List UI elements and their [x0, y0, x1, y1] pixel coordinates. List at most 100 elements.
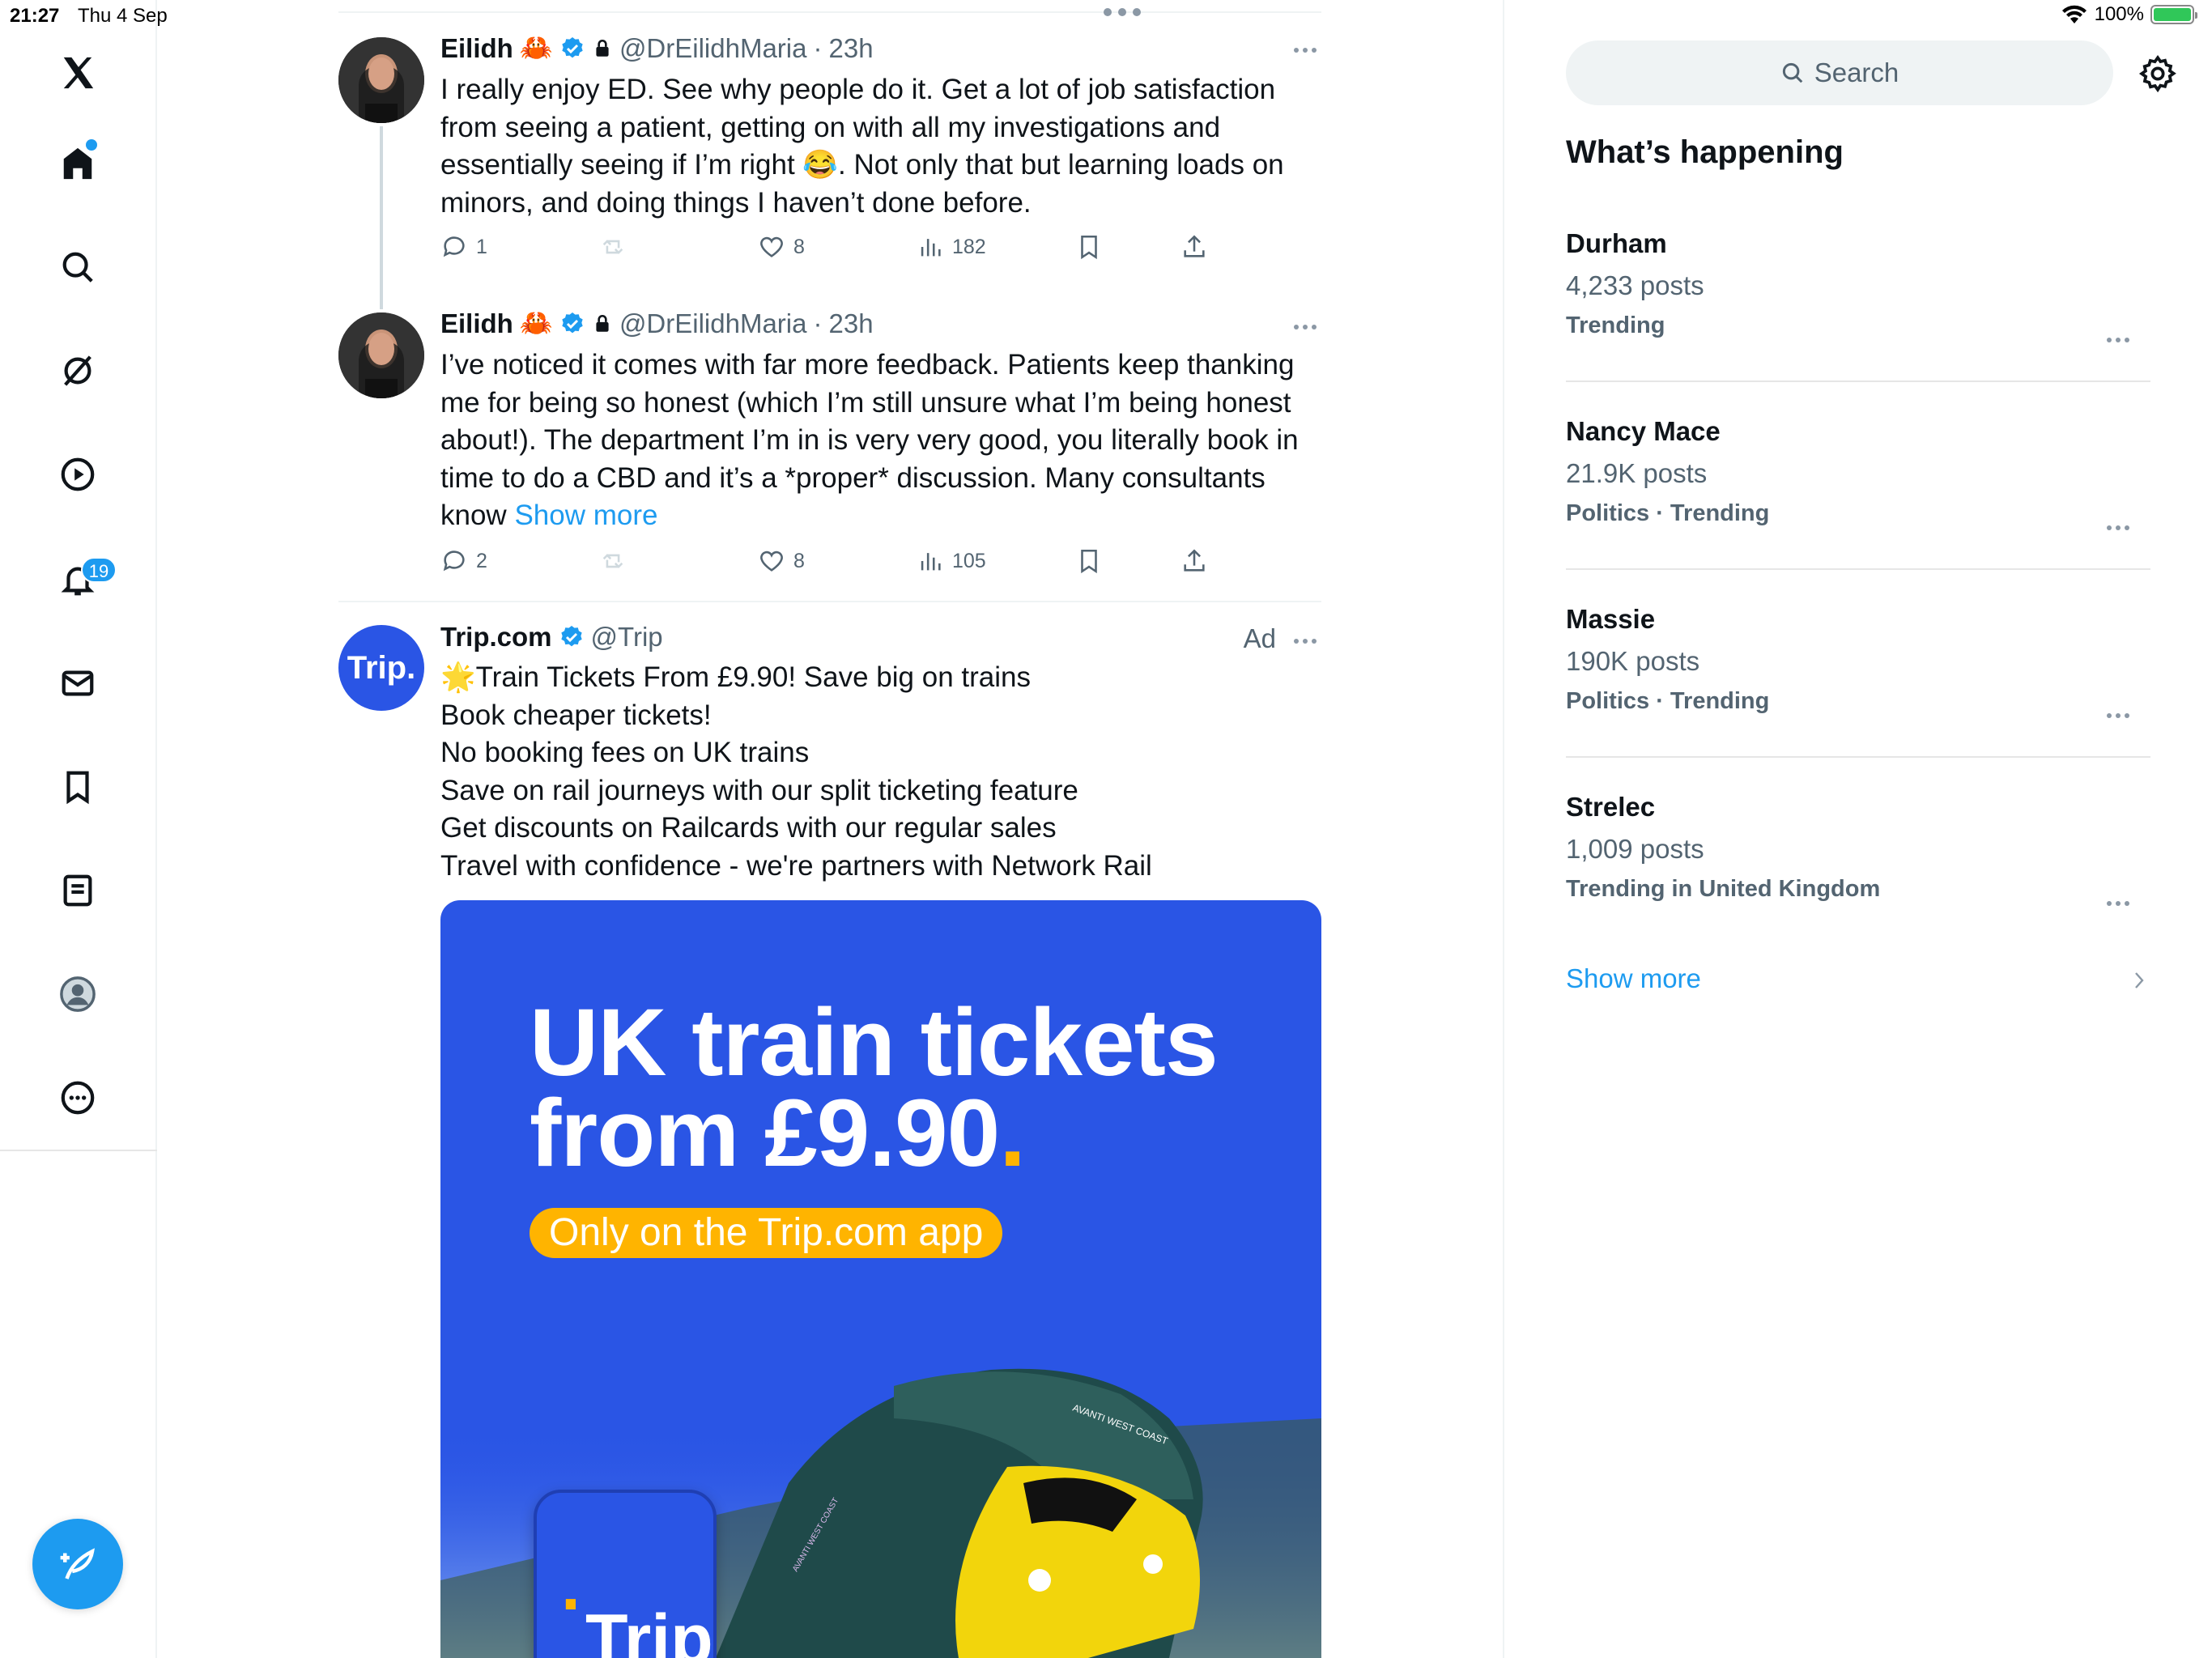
avatar[interactable]	[338, 37, 424, 123]
views-button[interactable]: 182	[917, 233, 986, 261]
share-button[interactable]	[1180, 233, 1208, 261]
gear-icon[interactable]	[2138, 53, 2178, 94]
list-icon[interactable]	[49, 861, 107, 920]
repost-button	[599, 547, 627, 575]
trend-meta: Politics · Trending	[1566, 688, 1770, 714]
trend-name: Massie	[1566, 604, 1656, 634]
trip-avatar[interactable]: Trip.	[338, 625, 424, 711]
ad-text: 🌟Train Tickets From £9.90! Save big on t…	[440, 659, 1323, 885]
bookmark-button[interactable]	[1075, 233, 1103, 261]
author-handle[interactable]: @DrEilidhMaria	[619, 308, 807, 339]
trend-meta: Trending	[1566, 312, 1665, 338]
more-circle-icon[interactable]	[49, 1069, 107, 1127]
rail-divider	[0, 1150, 157, 1151]
trend-item[interactable]: Durham 4,233 posts Trending	[1566, 228, 2150, 342]
search-icon[interactable]	[49, 238, 107, 296]
bookmark-icon	[1081, 549, 1097, 574]
tweet-header: Eilidh 🦀 @DrEilidhMaria · 23h	[440, 32, 874, 64]
bookmark-icon[interactable]	[49, 758, 107, 816]
trend-divider	[1566, 380, 2150, 382]
battery-percent: 100%	[2094, 3, 2144, 25]
compose-button[interactable]	[32, 1519, 123, 1609]
tweet-more-icon[interactable]	[1289, 633, 1321, 649]
header-separator: ·	[813, 32, 823, 63]
thread-line	[380, 126, 383, 309]
home-unread-dot	[86, 139, 97, 151]
ad-image[interactable]: UK train tickets from £9.90. Only on the…	[440, 900, 1321, 1658]
crab-emoji: 🦀	[519, 308, 553, 338]
envelope-icon[interactable]	[49, 654, 107, 712]
profile-icon[interactable]	[49, 965, 107, 1023]
verified-badge-icon	[562, 312, 583, 333]
trend-meta: Politics · Trending	[1566, 500, 1770, 526]
trend-item[interactable]: Massie 190K posts Politics · Trending	[1566, 604, 2150, 718]
bookmark-icon	[1081, 235, 1097, 260]
author-name[interactable]: Eilidh	[440, 33, 513, 64]
show-more-link[interactable]: Show more	[514, 500, 657, 531]
tweet-timestamp[interactable]: 23h	[829, 33, 874, 64]
verified-badge-icon	[562, 36, 583, 57]
lock-icon	[596, 39, 609, 57]
search-input[interactable]: Search	[1566, 40, 2113, 105]
views-button[interactable]: 105	[917, 547, 986, 575]
tweet-timestamp[interactable]: 23h	[829, 308, 874, 339]
lock-icon	[596, 314, 609, 332]
search-placeholder: Search	[1814, 57, 1899, 87]
trend-name: Nancy Mace	[1566, 416, 1721, 446]
trend-more-icon[interactable]	[2102, 895, 2134, 912]
whats-happening-title: What’s happening	[1566, 134, 1844, 170]
view-count: 182	[952, 235, 986, 258]
like-button[interactable]: 8	[758, 233, 805, 261]
author-handle[interactable]: @Trip	[591, 622, 663, 653]
share-icon	[1184, 235, 1205, 257]
bookmark-button[interactable]	[1075, 547, 1103, 575]
avatar[interactable]	[338, 312, 424, 398]
share-button[interactable]	[1180, 547, 1208, 575]
author-handle[interactable]: @DrEilidhMaria	[619, 33, 807, 64]
tweet-header: Trip.com @Trip	[440, 622, 663, 653]
left-nav: 19	[0, 0, 157, 1658]
tweet-more-icon[interactable]	[1289, 319, 1321, 335]
reply-button[interactable]: 2	[440, 547, 487, 575]
play-icon[interactable]	[49, 445, 107, 504]
trip-avatar-text: Trip.	[347, 649, 416, 686]
like-count: 8	[793, 549, 805, 572]
header-separator: ·	[813, 308, 823, 338]
share-icon	[1184, 549, 1205, 572]
trend-count: 4,233 posts	[1566, 270, 1704, 300]
ad-line: Book cheaper tickets!	[440, 699, 712, 731]
x-logo-icon[interactable]	[49, 44, 107, 102]
ad-line: Save on rail journeys with our split tic…	[440, 774, 1078, 806]
trend-more-icon[interactable]	[2102, 708, 2134, 724]
repost-button	[599, 233, 627, 261]
like-button[interactable]: 8	[758, 547, 805, 575]
show-more-trends-link[interactable]: Show more	[1566, 963, 1701, 994]
author-name[interactable]: Eilidh	[440, 308, 513, 339]
views-icon	[921, 553, 941, 571]
verified-badge-icon	[560, 626, 582, 647]
heart-icon	[760, 236, 783, 257]
trend-item[interactable]: Nancy Mace 21.9K posts Politics · Trendi…	[1566, 416, 2150, 530]
trend-name: Strelec	[1566, 792, 1656, 822]
trend-item[interactable]: Strelec 1,009 posts Trending in United K…	[1566, 792, 2150, 906]
tweet-actions: 2 8 105	[440, 547, 1299, 583]
ad-line: Get discounts on Railcards with our regu…	[440, 812, 1057, 844]
heart-icon	[760, 551, 783, 572]
trend-divider	[1566, 568, 2150, 570]
trend-meta: Trending in United Kingdom	[1566, 876, 1881, 902]
crab-emoji: 🦀	[519, 32, 553, 62]
timeline: Eilidh 🦀 @DrEilidhMaria · 23h I really e…	[338, 0, 1321, 1658]
grok-icon[interactable]	[49, 342, 107, 400]
ad-line: No booking fees on UK trains	[440, 737, 810, 768]
home-icon[interactable]	[49, 134, 107, 193]
reply-count: 2	[476, 549, 487, 572]
trend-more-icon[interactable]	[2102, 332, 2134, 348]
tweet-text-container: I’ve noticed it comes with far more feed…	[440, 346, 1323, 535]
pull-handle-icon[interactable]	[1090, 8, 1155, 24]
trend-more-icon[interactable]	[2102, 520, 2134, 536]
author-name[interactable]: Trip.com	[440, 622, 552, 653]
reply-button[interactable]: 1	[440, 233, 487, 261]
compose-feather-icon	[60, 1548, 95, 1579]
trip-tile-dot: .	[561, 1547, 581, 1625]
tweet-more-icon[interactable]	[1289, 42, 1321, 58]
